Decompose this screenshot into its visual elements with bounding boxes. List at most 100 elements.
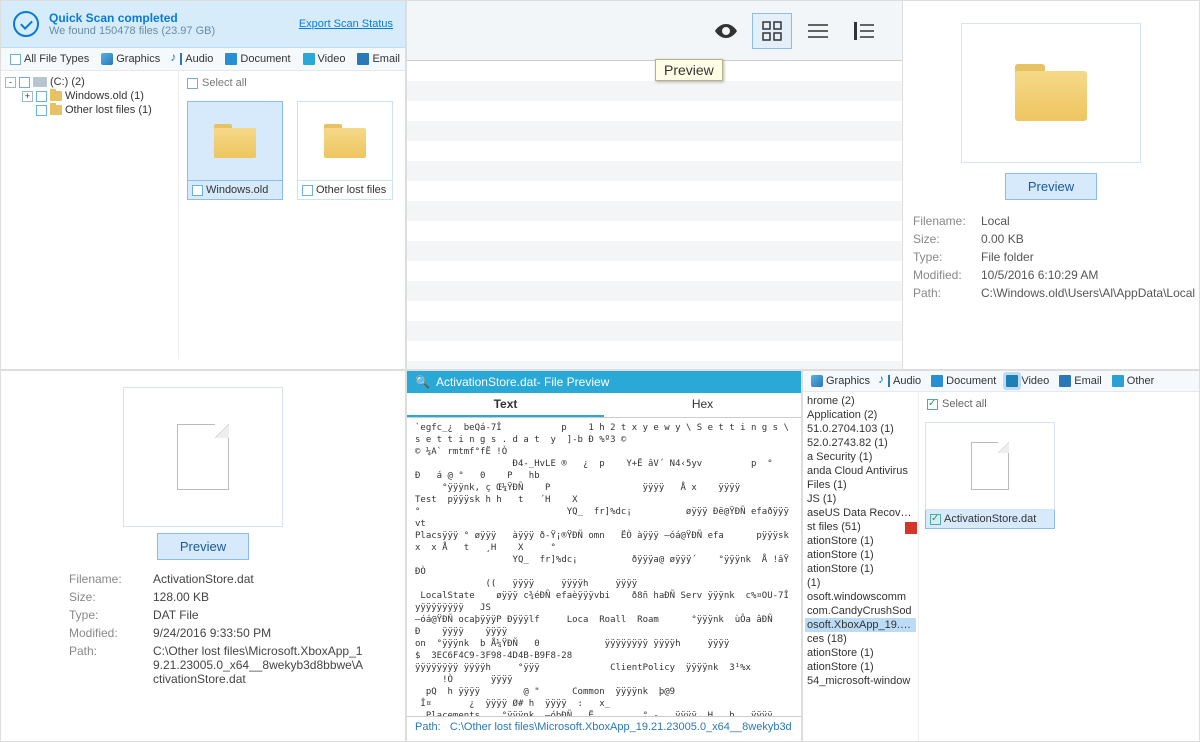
preview-thumbnail <box>961 23 1141 163</box>
file-metadata: Filename:ActivationStore.dat Size:128.00… <box>13 572 393 686</box>
export-scan-link[interactable]: Export Scan Status <box>299 18 393 30</box>
scan-subtitle: We found 150478 files (23.97 GB) <box>49 25 289 37</box>
tree-row[interactable]: com.CandyCrushSod <box>805 604 916 618</box>
file-icon <box>971 442 1009 490</box>
meta-size: 0.00 KB <box>981 232 1195 246</box>
tree-row[interactable]: ationStore (1) <box>805 534 916 548</box>
tree-row[interactable]: st files (51) <box>805 520 916 534</box>
tree-row[interactable]: 51.0.2704.103 (1) <box>805 422 916 436</box>
preview-button[interactable]: Preview <box>1005 173 1097 200</box>
filter-document[interactable]: Document <box>928 374 999 388</box>
filter-graphics[interactable]: Graphics <box>98 52 163 66</box>
meta-path: C:\Windows.old\Users\Al\AppData\Local <box>981 286 1195 300</box>
hex-dump-text: `egfc_¿ beQá-7Î p 1 h 2 t x y e w y \ S … <box>407 418 801 716</box>
tree-node-root[interactable]: - (C:) (2) <box>5 75 174 89</box>
grid-item-windows-old[interactable]: Windows.old <box>187 101 283 200</box>
folder-icon <box>214 124 256 158</box>
filter-video[interactable]: Video <box>300 52 349 66</box>
view-large-icons-button[interactable] <box>752 13 792 49</box>
panel-file-browser: Graphics Audio Document Video Email Othe… <box>802 370 1200 742</box>
filter-bar: All File Types Graphics Audio Document V… <box>1 48 405 71</box>
meta-path: C:\Other lost files\Microsoft.XboxApp_19… <box>153 644 367 686</box>
tree-row[interactable]: osoft.XboxApp_19.21… <box>805 618 916 632</box>
scan-title: Quick Scan completed <box>49 11 289 25</box>
filter-email[interactable]: Email <box>1056 374 1105 388</box>
tab-text[interactable]: Text <box>407 393 604 417</box>
filter-audio[interactable]: Audio <box>877 374 924 388</box>
hex-path-bar: Path: C:\Other lost files\Microsoft.Xbox… <box>407 716 801 737</box>
tree-row[interactable]: aseUS Data Recovery <box>805 506 916 520</box>
filter-email[interactable]: Email <box>354 52 403 66</box>
tree-row[interactable]: ationStore (1) <box>805 646 916 660</box>
filter-all[interactable]: All File Types <box>7 52 92 66</box>
tree-row[interactable]: a Security (1) <box>805 450 916 464</box>
meta-filename: ActivationStore.dat <box>153 572 367 586</box>
filter-document[interactable]: Document <box>222 52 293 66</box>
meta-modified: 9/24/2016 9:33:50 PM <box>153 626 367 640</box>
tree-row[interactable]: (1) <box>805 576 916 590</box>
view-toolbar: Preview <box>407 1 902 61</box>
view-preview-button[interactable] <box>706 13 746 49</box>
tree-row[interactable]: hrome (2) <box>805 394 916 408</box>
tree-row[interactable]: ationStore (1) <box>805 548 916 562</box>
hex-window-titlebar: 🔍 ActivationStore.dat- File Preview <box>407 371 801 393</box>
preview-pane-folder: Preview Filename:Local Size:0.00 KB Type… <box>903 1 1199 369</box>
file-grid: Select all ActivationStore.dat <box>919 392 1199 741</box>
view-list-button[interactable] <box>798 13 838 49</box>
folder-grid: Select all Windows.old Other lost files <box>179 71 405 359</box>
checkmark-circle-icon <box>13 11 39 37</box>
tree-row[interactable]: Application (2) <box>805 408 916 422</box>
panel-scan-browser: Quick Scan completed We found 150478 fil… <box>0 0 406 370</box>
folder-icon <box>1015 64 1087 122</box>
filter-bar: Graphics Audio Document Video Email Othe… <box>803 371 1199 392</box>
empty-list-area <box>407 61 902 369</box>
checkbox-icon[interactable] <box>930 514 941 525</box>
grid-item-activationstore[interactable]: ActivationStore.dat <box>925 422 1055 529</box>
tree-row[interactable]: ces (18) <box>805 632 916 646</box>
select-all-row[interactable]: Select all <box>925 396 1193 412</box>
preview-button[interactable]: Preview <box>157 533 249 560</box>
select-all-row[interactable]: Select all <box>183 75 401 91</box>
tree-row[interactable]: 54_microsoft-window <box>805 674 916 688</box>
tree-row[interactable]: Files (1) <box>805 478 916 492</box>
tree-row[interactable]: osoft.windowscomm <box>805 590 916 604</box>
expand-toggle[interactable]: - <box>5 77 16 88</box>
folder-tree[interactable]: hrome (2)Application (2)51.0.2704.103 (1… <box>803 392 919 741</box>
filter-video[interactable]: Video <box>1003 374 1052 388</box>
filter-audio[interactable]: Audio <box>169 52 216 66</box>
meta-size: 128.00 KB <box>153 590 367 604</box>
tree-row[interactable]: 52.0.2743.82 (1) <box>805 436 916 450</box>
meta-modified: 10/5/2016 6:10:29 AM <box>981 268 1195 282</box>
meta-type: File folder <box>981 250 1195 264</box>
folder-icon <box>50 105 62 115</box>
drive-tree: - (C:) (2) + Windows.old (1) Other lost … <box>1 71 179 359</box>
meta-filename: Local <box>981 214 1195 228</box>
filter-graphics[interactable]: Graphics <box>808 374 873 388</box>
filter-other[interactable]: Other <box>1109 374 1158 388</box>
folder-icon <box>324 124 366 158</box>
tooltip-preview: Preview <box>655 59 723 81</box>
tree-node-windows-old[interactable]: + Windows.old (1) <box>5 89 174 103</box>
tree-row[interactable]: JS (1) <box>805 492 916 506</box>
preview-thumbnail <box>123 387 283 527</box>
scan-banner: Quick Scan completed We found 150478 fil… <box>1 1 405 48</box>
panel-preview-file: Preview Filename:ActivationStore.dat Siz… <box>0 370 406 742</box>
warning-indicator-icon <box>905 522 917 534</box>
meta-type: DAT File <box>153 608 367 622</box>
file-icon <box>177 424 229 490</box>
file-search-icon: 🔍 <box>415 375 430 389</box>
expand-toggle[interactable]: + <box>22 91 33 102</box>
panel-hex-preview: 🔍 ActivationStore.dat- File Preview Text… <box>406 370 802 742</box>
tree-row[interactable]: ationStore (1) <box>805 660 916 674</box>
checkbox-icon[interactable] <box>927 399 938 410</box>
folder-icon <box>50 91 62 101</box>
disk-icon <box>33 77 47 87</box>
panel-preview-folder: Preview Preview Filename:Local Size:0.00… <box>406 0 1200 370</box>
tree-row[interactable]: anda Cloud Antivirus <box>805 464 916 478</box>
grid-item-other-lost[interactable]: Other lost files <box>297 101 393 200</box>
view-details-button[interactable] <box>844 13 884 49</box>
tab-hex[interactable]: Hex <box>604 393 801 417</box>
tree-node-other-lost[interactable]: Other lost files (1) <box>5 103 174 117</box>
tree-row[interactable]: ationStore (1) <box>805 562 916 576</box>
hex-path-value: C:\Other lost files\Microsoft.XboxApp_19… <box>450 721 792 733</box>
